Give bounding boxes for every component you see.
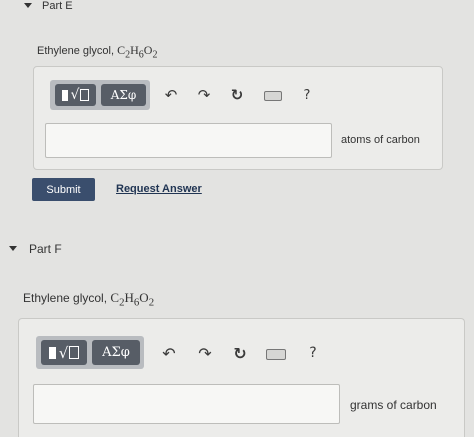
part-f-question: Ethylene glycol, C2H6O2 [23,290,154,309]
sqrt-icon: √ [58,343,69,362]
unit-label: grams of carbon [350,398,437,412]
box-icon [69,346,80,359]
collapse-caret-icon[interactable] [9,246,17,251]
undo-icon[interactable]: ↶ [157,341,181,365]
block-icon [48,346,56,359]
help-button[interactable]: ? [304,341,322,365]
sqrt-icon: √ [70,87,80,103]
redo-icon[interactable]: ↷ [193,341,217,365]
part-f-answer-input[interactable] [33,384,340,424]
chemical-formula: C2H6O2 [110,290,155,309]
keyboard-icon[interactable] [266,349,286,360]
unit-label: atoms of carbon [341,134,420,146]
help-button[interactable]: ? [298,84,316,106]
undo-icon[interactable]: ↶ [160,84,182,106]
compound-name: Ethylene glycol, [37,45,115,57]
keyboard-icon[interactable] [264,91,282,101]
part-e-question: Ethylene glycol, C2H6O2 [37,43,157,60]
reset-icon[interactable]: ↻ [226,84,248,106]
part-e-title[interactable]: Part E [42,0,73,12]
box-icon [80,89,90,101]
chemical-formula: C2H6O2 [117,43,158,61]
reset-icon[interactable]: ↻ [228,341,252,365]
greek-symbols-button[interactable]: ΑΣφ [101,84,146,106]
compound-name: Ethylene glycol, [23,291,108,305]
request-answer-link[interactable]: Request Answer [116,183,202,195]
templates-button[interactable]: √ [55,84,96,106]
collapse-caret-icon[interactable] [24,3,32,8]
block-icon [61,89,68,101]
part-e-answer-input[interactable] [45,123,332,158]
greek-symbols-button[interactable]: ΑΣφ [92,340,140,365]
part-f-title[interactable]: Part F [29,242,62,256]
templates-button[interactable]: √ [41,340,87,365]
redo-icon[interactable]: ↷ [193,84,215,106]
submit-button[interactable]: Submit [32,178,95,201]
